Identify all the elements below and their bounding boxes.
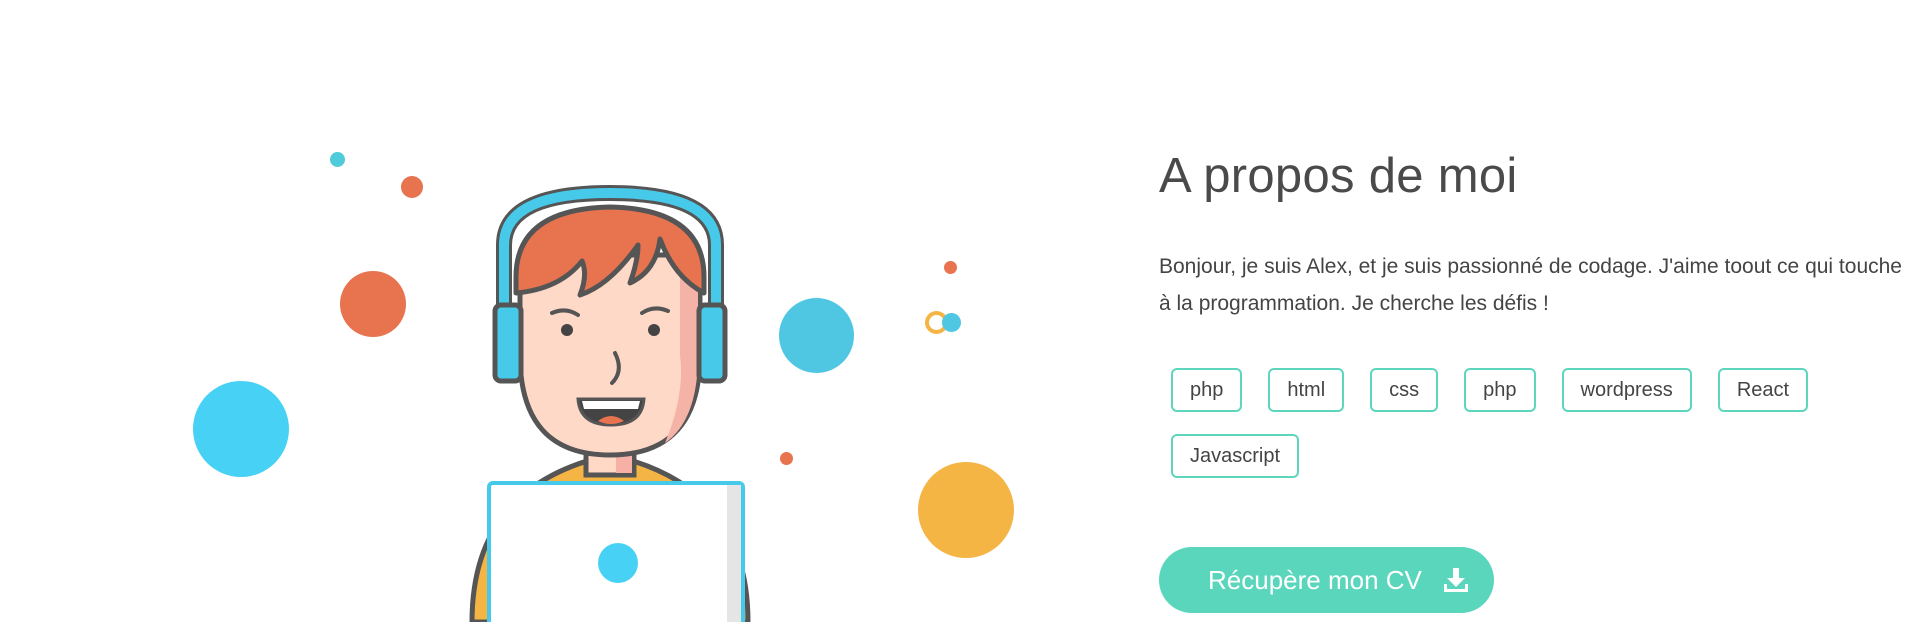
decor-dot: [340, 271, 406, 337]
skill-tag-php: php: [1171, 368, 1243, 412]
decor-dot: [779, 298, 854, 373]
decor-dot: [330, 152, 345, 167]
decor-dot: [942, 313, 961, 332]
decor-dot: [193, 381, 289, 477]
download-cv-label: Récupère mon CV: [1208, 564, 1422, 595]
skill-tag-react: React: [1717, 368, 1809, 412]
skill-tag-css: css: [1370, 368, 1439, 412]
skill-tag-wordpress: wordpress: [1561, 368, 1692, 412]
laptop-logo: [598, 543, 638, 583]
about-title: A propos de moi: [1159, 149, 1518, 203]
download-cv-button[interactable]: Récupère mon CV: [1159, 547, 1494, 613]
decor-dot: [944, 261, 957, 274]
about-description: Bonjour, je suis Alex, et je suis passio…: [1159, 255, 1902, 315]
skill-tag-javascript: Javascript: [1171, 434, 1300, 478]
developer-illustration: [0, 0, 1100, 622]
decor-dot: [918, 462, 1014, 558]
laptop-edge: [727, 485, 741, 622]
skill-tags: php html css php wordpress React Javascr…: [1171, 368, 1911, 500]
skill-tag-php: php: [1464, 368, 1536, 412]
download-icon: [1443, 568, 1468, 592]
decor-dot: [401, 176, 423, 198]
skill-tag-html: html: [1268, 368, 1345, 412]
about-content: A propos de moi Bonjour, je suis Alex, e…: [1159, 140, 1919, 613]
laptop-icon: [487, 481, 745, 622]
decor-dot: [780, 452, 793, 465]
about-section: A propos de moi Bonjour, je suis Alex, e…: [0, 0, 1919, 622]
